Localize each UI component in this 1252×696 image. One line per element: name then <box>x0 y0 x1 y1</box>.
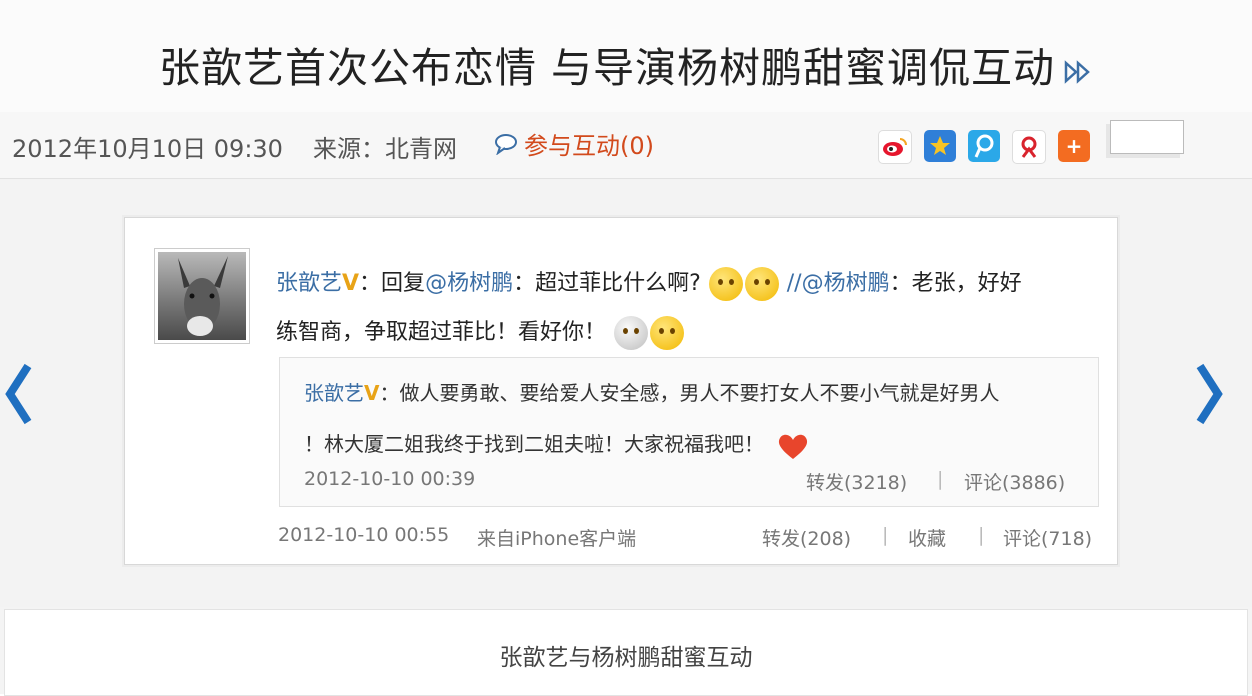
divider: | <box>882 524 889 546</box>
quoted-forward-link[interactable]: 转发(3218) <box>806 468 907 495</box>
forward-link[interactable]: 转发(208) <box>762 524 851 551</box>
next-arrow-icon[interactable] <box>1194 362 1224 426</box>
quoted-timestamp: 2012-10-10 00:39 <box>304 468 476 490</box>
article-title-text: 张歆艺首次公布恋情 与导演杨树鹏甜蜜调侃互动 <box>158 44 1056 92</box>
quoted-verified-badge-icon: V <box>364 381 380 405</box>
divider: | <box>978 524 985 546</box>
share-bar: + <box>878 130 1102 164</box>
article-title: 张歆艺首次公布恋情 与导演杨树鹏甜蜜调侃互动 <box>0 34 1252 95</box>
robot-emoji-icon <box>614 316 649 350</box>
share-count-box[interactable] <box>1110 120 1184 154</box>
quoted-author[interactable]: 张歆艺 <box>304 381 364 405</box>
favorite-link[interactable]: 收藏 <box>908 524 946 551</box>
tweet-line-1: 张歆艺V：回复@杨树鹏：超过菲比什么啊? //@杨树鹏：老张，好好 <box>276 265 1022 301</box>
quoted-line-2: ！林大厦二姐我终于找到二姐夫啦！大家祝福我吧！ <box>304 428 810 461</box>
tweet-line-2: 练智商，争取超过菲比！看好你！ <box>276 314 685 350</box>
image-caption: 张歆艺与杨树鹏甜蜜互动 <box>499 645 753 671</box>
heart-icon <box>779 434 808 459</box>
mention-link-2[interactable]: @杨树鹏 <box>802 271 890 296</box>
repost-separator: // <box>786 271 802 296</box>
comment-link[interactable]: 评论(718) <box>1003 524 1092 551</box>
interact-link[interactable]: 参与互动(0) <box>494 126 654 161</box>
publish-date: 2012年10月10日 09:30 <box>12 135 283 163</box>
quoted-comment-link[interactable]: 评论(3886) <box>964 468 1065 495</box>
avatar[interactable] <box>154 248 250 344</box>
tencent-weibo-icon[interactable] <box>968 130 1000 162</box>
surprised-emoji-icon <box>744 267 779 301</box>
tweet-text-3: 练智商，争取超过菲比！看好你！ <box>276 320 607 345</box>
quoted-text-2: ！林大厦二姐我终于找到二姐夫啦！大家祝福我吧！ <box>304 432 764 456</box>
prev-arrow-icon[interactable] <box>4 362 34 426</box>
reply-prefix: ：回复 <box>359 271 426 296</box>
quoted-line-1: 张歆艺V：做人要勇敢、要给爱人安全感，男人不要打女人不要小气就是好男人 <box>304 377 999 406</box>
smile-emoji-icon <box>650 316 685 350</box>
tweet-text-2: ：老张，好好 <box>889 271 1022 296</box>
more-share-icon[interactable]: + <box>1058 130 1090 162</box>
divider: | <box>937 468 944 490</box>
article-source: 来源：北青网 <box>313 135 457 163</box>
renren-icon[interactable] <box>1012 130 1046 164</box>
tweet-text-1: ：超过菲比什么啊? <box>513 271 701 296</box>
mention-link[interactable]: @杨树鹏 <box>425 271 513 296</box>
post-client: 来自iPhone客户端 <box>477 528 637 550</box>
interact-label: 参与互动(0) <box>524 132 654 160</box>
weibo-icon[interactable] <box>878 130 912 164</box>
post-timestamp: 2012-10-10 00:55 <box>278 524 450 546</box>
tweet-author[interactable]: 张歆艺 <box>276 271 342 296</box>
double-arrow-icon[interactable] <box>1063 47 1093 95</box>
qzone-icon[interactable] <box>924 130 956 162</box>
verified-badge-icon: V <box>342 271 360 296</box>
quoted-text-1: ：做人要勇敢、要给爱人安全感，男人不要打女人不要小气就是好男人 <box>379 381 1000 405</box>
laugh-emoji-icon <box>708 267 743 301</box>
comment-bubble-icon <box>495 133 517 155</box>
donkey-avatar-image <box>158 252 246 340</box>
